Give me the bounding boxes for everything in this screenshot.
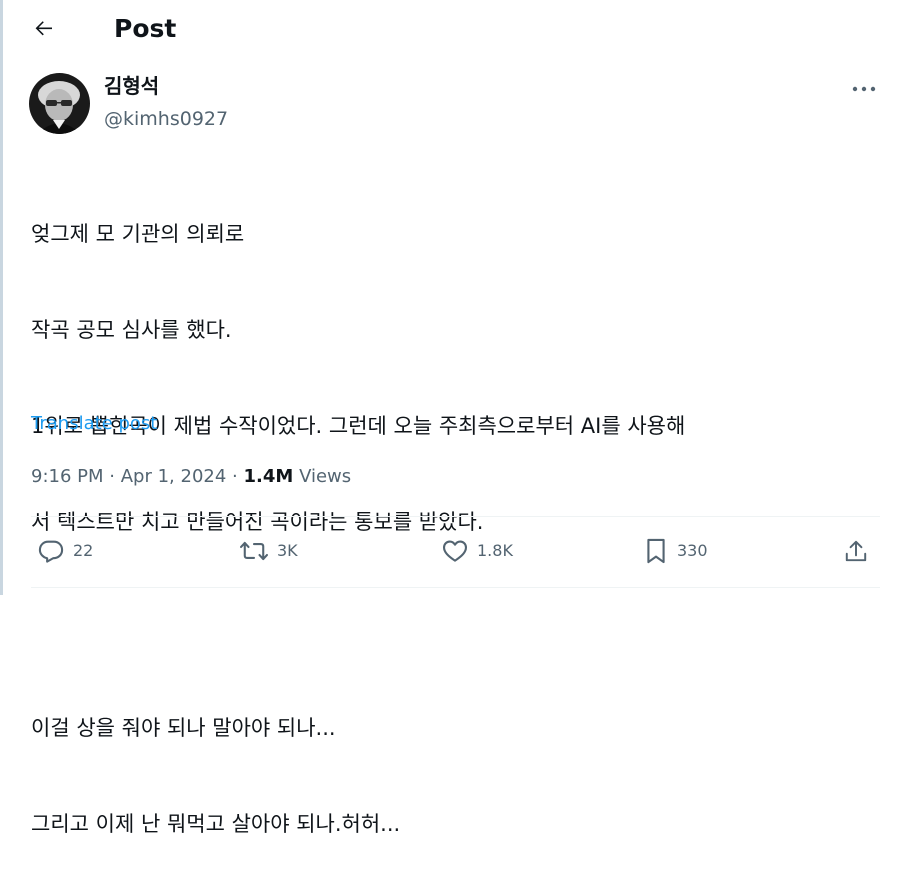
more-options-button[interactable] [846,72,882,102]
bookmark-count: 330 [677,541,708,560]
share-button[interactable] [843,534,869,568]
translate-post-link[interactable]: Translate post [31,411,157,437]
post-header: Post [0,0,903,58]
meta-separator: · [232,466,238,487]
author-handle[interactable]: @kimhs0927 [104,106,228,132]
post-time[interactable]: 9:16 PM [31,466,104,487]
profile-photo [29,73,90,134]
repost-count: 3K [277,541,298,560]
post-line: 그리고 이제 난 뭐먹고 살아야 되나.허허... [31,812,401,836]
left-border [0,0,3,595]
post-line: 작곡 공모 심사를 했다. [31,318,232,342]
avatar[interactable] [29,73,90,134]
post-blank-line [31,602,881,648]
views-label: Views [299,466,352,487]
like-button[interactable]: 1.8K [441,534,513,568]
reply-icon [37,537,65,565]
meta-separator: · [109,466,115,487]
like-count: 1.8K [477,541,513,560]
divider-bottom [31,587,880,588]
repost-icon [239,537,269,565]
post-line: 이걸 상을 줘야 되나 말아야 되나... [31,716,336,740]
post-line: 1위로 뽑힌곡이 제법 수작이었다. 그런데 오늘 주최측으로부터 AI를 사용… [31,414,686,438]
post-date[interactable]: Apr 1, 2024 [121,466,227,487]
heart-icon [441,537,469,565]
post-meta: 9:16 PM · Apr 1, 2024 · 1.4M Views [31,463,351,491]
views-count: 1.4M [243,466,294,487]
author-name[interactable]: 김형석 [104,72,159,100]
divider-top [31,516,880,517]
more-dots-icon [852,78,876,97]
post-line: 엊그제 모 기관의 의뢰로 [31,222,245,246]
page-title: Post [114,14,177,43]
bookmark-icon [643,537,669,565]
reply-count: 22 [73,541,94,560]
share-icon [843,537,869,565]
arrow-left-icon [32,16,56,44]
post-text: 엊그제 모 기관의 의뢰로 작곡 공모 심사를 했다. 1위로 뽑힌곡이 제법 … [31,154,881,872]
reply-button[interactable]: 22 [37,534,93,568]
repost-button[interactable]: 3K [239,534,298,568]
back-button[interactable] [26,12,62,48]
bookmark-button[interactable]: 330 [643,534,708,568]
